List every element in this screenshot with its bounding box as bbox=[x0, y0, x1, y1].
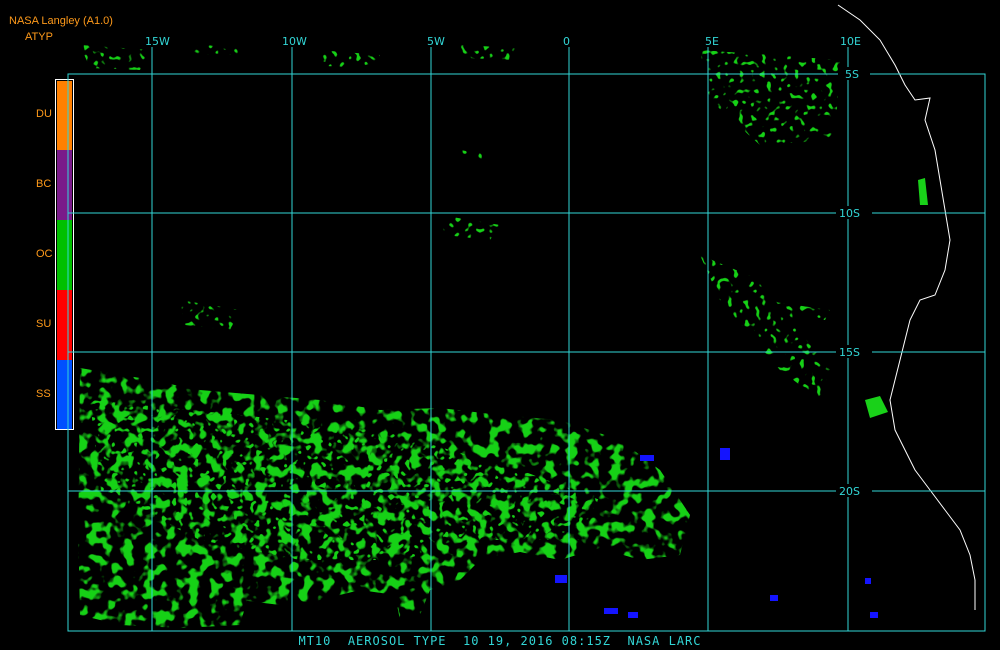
lon-label-5e: 5E bbox=[705, 35, 719, 48]
lon-label-10w: 10W bbox=[282, 35, 307, 48]
lon-label-10e: 10E bbox=[840, 35, 861, 48]
oc-coastal-patches bbox=[865, 178, 928, 418]
lat-label-10s: 10S bbox=[839, 207, 860, 220]
oc-scattered-patches bbox=[80, 45, 840, 400]
latitude-labels: 5S 10S 15S 20S bbox=[836, 67, 872, 498]
lat-label-5s: 5S bbox=[845, 68, 859, 81]
aerosol-map: 15W 10W 5W 0 5E 10E 5S 10S 15S 20S bbox=[67, 4, 986, 632]
footer-caption: MT10 AEROSOL TYPE 10 19, 2016 08:15Z NAS… bbox=[298, 634, 702, 648]
lon-label-15w: 15W bbox=[145, 35, 170, 48]
lon-label-0: 0 bbox=[563, 35, 570, 48]
longitude-labels: 15W 10W 5W 0 5E 10E bbox=[145, 35, 861, 48]
lat-label-15s: 15S bbox=[839, 346, 860, 359]
africa-coastline bbox=[837, 4, 976, 610]
lon-label-5w: 5W bbox=[427, 35, 445, 48]
lat-label-20s: 20S bbox=[839, 485, 860, 498]
